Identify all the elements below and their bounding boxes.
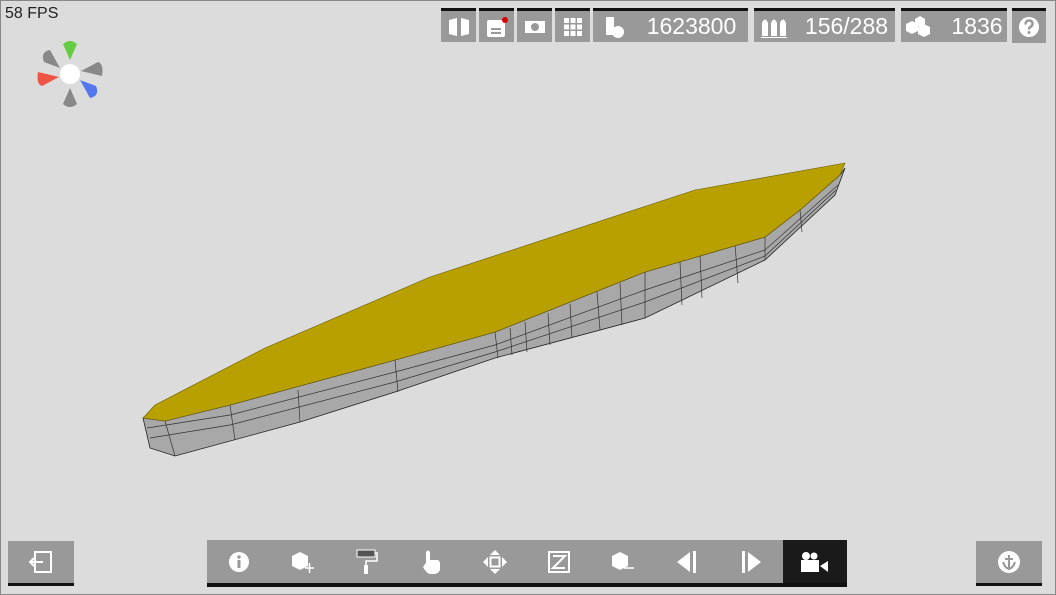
remove-part-icon [612,551,634,570]
anchor-icon [998,551,1020,573]
next-button[interactable] [719,540,783,583]
info-button[interactable] [207,540,271,583]
select-button[interactable] [399,540,463,583]
exit-icon [29,551,52,573]
hand-pointer-icon [423,550,440,574]
move-icon [483,549,507,574]
info-icon [229,551,249,572]
camera-mode-button[interactable] [783,540,847,583]
video-camera-icon [801,551,828,572]
anchor-button[interactable] [976,541,1042,586]
ship-deck [142,162,846,422]
remove-part-button[interactable] [591,540,655,583]
add-part-button[interactable] [271,540,335,583]
previous-button[interactable] [655,540,719,583]
bottom-toolbar [207,540,847,587]
ship-model[interactable] [0,0,1056,595]
resize-icon [548,550,570,573]
next-icon [742,550,761,573]
move-button[interactable] [463,540,527,583]
paint-button[interactable] [335,540,399,583]
previous-icon [677,550,696,573]
resize-button[interactable] [527,540,591,583]
add-part-icon [292,551,314,573]
paint-roller-icon [356,549,378,574]
exit-button[interactable] [8,541,74,586]
